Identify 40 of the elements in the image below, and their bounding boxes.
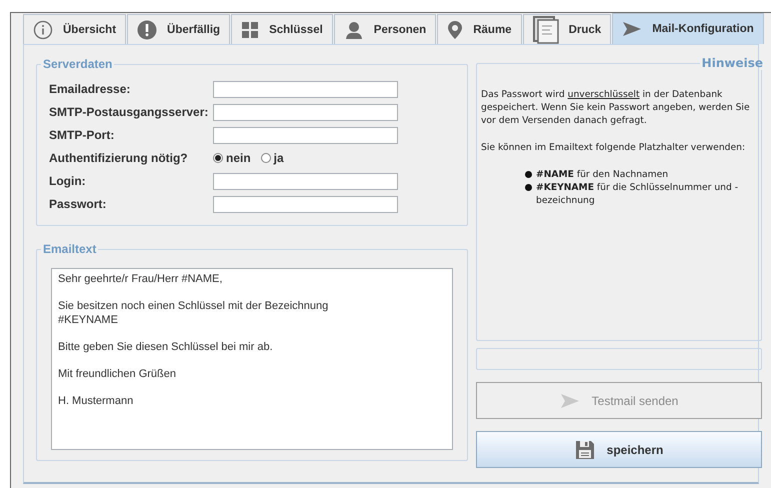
person-icon xyxy=(344,20,364,40)
field-label: SMTP-Port: xyxy=(49,128,116,142)
hint-paragraph: Sie können im Emailtext folgende Platzhalter verwenden: xyxy=(481,141,746,154)
tab[interactable]: Übersicht xyxy=(23,14,126,44)
group-title: Emailtext xyxy=(42,242,98,256)
save-button[interactable]: speichern xyxy=(476,431,762,468)
field-label: Emailadresse: xyxy=(49,82,132,96)
radio-button[interactable] xyxy=(260,153,271,163)
alert-icon xyxy=(137,20,158,40)
group-title: Hinweise xyxy=(700,57,764,70)
tab[interactable]: Räume xyxy=(437,14,522,44)
input-field[interactable] xyxy=(213,104,398,120)
field-label: Passwort: xyxy=(49,197,108,211)
field-label: Authentifizierung nötig? xyxy=(49,151,189,165)
tab[interactable]: Personen xyxy=(334,14,436,44)
tab[interactable]: Mail-Konfiguration xyxy=(612,13,764,44)
field-label: SMTP-Postausgangsserver: xyxy=(49,105,210,119)
input-field[interactable] xyxy=(213,172,398,190)
bullet-text: #KEYNAME für die Schlüsselnummer und -bezeichnung xyxy=(536,181,740,207)
input-field[interactable] xyxy=(213,80,398,98)
radio-button[interactable] xyxy=(213,153,223,163)
radio-option[interactable]: ja xyxy=(260,151,284,165)
tab[interactable]: Schlüssel xyxy=(231,14,333,44)
bullet-icon xyxy=(525,184,532,191)
input-field[interactable] xyxy=(213,126,398,144)
input-field[interactable] xyxy=(213,196,398,212)
info-icon xyxy=(33,20,53,40)
send-icon xyxy=(560,392,580,408)
bullet-text: #NAME für den Nachnamen xyxy=(536,168,668,181)
hint-paragraph: Das Passwort wird unverschlüsselt in der Datenbank gespeichert. Wenn Sie kein Passwort angeben, werden Sie vor dem Versenden danach gefragt. xyxy=(481,88,751,127)
radio-option[interactable]: nein xyxy=(213,151,251,165)
tab[interactable]: Druck xyxy=(522,14,612,44)
tab[interactable]: Überfällig xyxy=(127,14,230,44)
pin-icon xyxy=(447,20,464,40)
field-label: Login: xyxy=(49,174,87,188)
grid-icon xyxy=(241,20,260,38)
send-icon xyxy=(622,21,642,37)
group-title: Serverdaten xyxy=(42,57,114,71)
bullet-icon xyxy=(525,171,532,178)
email-text-field[interactable]: Sehr geehrte/r Frau/Herr #NAME, Sie besitzen noch einen Schlüssel mit der Bezeichnung #KEYNAME Bitte geben Sie diesen Schlüssel bei mir ab. Mit freundlichen Grüßen H. Mustermann xyxy=(51,268,453,450)
